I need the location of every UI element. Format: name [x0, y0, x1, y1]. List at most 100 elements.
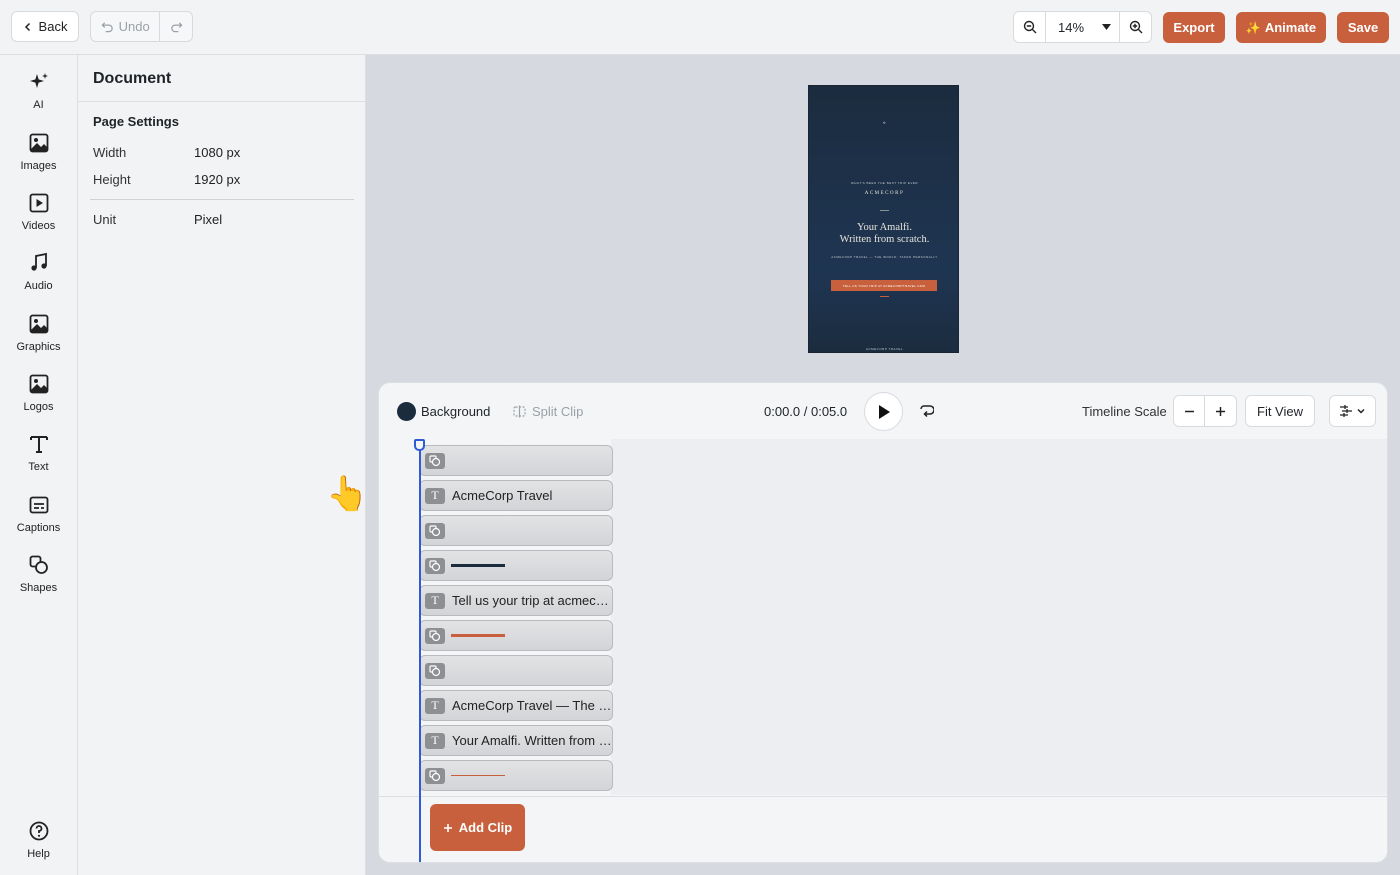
- shape-type-icon: [425, 452, 445, 469]
- rail-label: Graphics: [16, 341, 61, 353]
- loop-button[interactable]: [918, 403, 935, 424]
- scale-increase-button[interactable]: [1205, 396, 1236, 426]
- play-button[interactable]: [864, 392, 903, 431]
- clip-label: AcmeCorp Travel: [452, 488, 553, 503]
- width-value[interactable]: 1080 px: [194, 145, 240, 160]
- rail-label: AI: [33, 99, 44, 111]
- add-clip-label: Add Clip: [458, 820, 513, 835]
- panel-title: Document: [93, 70, 172, 87]
- rail-item-help[interactable]: Help: [0, 820, 77, 875]
- divider: [78, 101, 366, 102]
- artboard-tagline: WHAT'S BEEN THE BEST TRIP EVER: [850, 181, 919, 185]
- left-rail: AI Images Videos Audio Graphics Logos Te…: [0, 55, 78, 875]
- rail-item-images[interactable]: Images: [0, 132, 77, 188]
- rail-item-ai[interactable]: AI: [0, 71, 77, 127]
- sparkle-icon: [29, 73, 48, 88]
- rail-item-captions[interactable]: Captions: [0, 494, 77, 550]
- timeline-clip[interactable]: [419, 445, 613, 476]
- background-color-swatch[interactable]: [397, 402, 416, 421]
- shape-type-icon: [425, 662, 445, 679]
- timeline-clip[interactable]: [419, 620, 613, 651]
- rail-item-audio[interactable]: Audio: [0, 252, 77, 308]
- timeline-options-button[interactable]: [1329, 395, 1376, 427]
- video-icon: [29, 193, 48, 213]
- rail-label: Audio: [24, 280, 53, 292]
- rail-label: Text: [28, 461, 49, 473]
- hand-pointer-cursor-icon: 👆: [326, 475, 369, 513]
- zoom-in-button[interactable]: [1120, 12, 1151, 42]
- divider: [880, 296, 889, 297]
- play-icon: [878, 404, 890, 419]
- width-label: Width: [93, 145, 127, 160]
- zoom-select[interactable]: 14%: [1046, 12, 1120, 42]
- scale-decrease-button[interactable]: [1174, 396, 1206, 426]
- timeline-clip[interactable]: [419, 760, 613, 791]
- artboard-top-mark: ⟡: [882, 120, 887, 125]
- clip-label: Your Amalfi. Written from s...: [452, 733, 612, 748]
- background-label[interactable]: Background: [421, 404, 490, 419]
- zoom-value: 14%: [1058, 19, 1085, 35]
- timeline-clip[interactable]: [419, 655, 613, 686]
- back-button[interactable]: Back: [11, 11, 79, 42]
- captions-icon: [29, 496, 48, 514]
- undo-button[interactable]: Undo: [91, 12, 161, 41]
- zoom-out-button[interactable]: [1014, 12, 1046, 42]
- playhead[interactable]: [419, 441, 421, 862]
- animate-button[interactable]: ✨ Animate: [1236, 12, 1326, 43]
- clip-color-preview: [451, 634, 505, 637]
- timeline-toolbar: Background Split Clip 0:00.0 / 0:05.0 Ti…: [379, 383, 1387, 439]
- export-button[interactable]: Export: [1163, 12, 1225, 43]
- fit-view-button[interactable]: Fit View: [1245, 395, 1315, 427]
- redo-button[interactable]: [160, 12, 192, 41]
- height-value[interactable]: 1920 px: [194, 172, 240, 187]
- graphics-icon: [29, 314, 48, 334]
- export-label: Export: [1173, 20, 1215, 35]
- chevron-down-icon: [1357, 408, 1365, 414]
- artboard-headline-2: Written from scratch.: [839, 234, 930, 245]
- timeline-clip[interactable]: [419, 550, 613, 581]
- save-button[interactable]: Save: [1337, 12, 1389, 43]
- section-title: Page Settings: [93, 114, 179, 129]
- chevron-left-icon: [24, 22, 30, 31]
- timeline-scale-control: [1173, 395, 1237, 427]
- playhead-handle[interactable]: [414, 439, 425, 451]
- rail-label: Logos: [23, 401, 54, 413]
- timeline-clip[interactable]: T AcmeCorp Travel: [419, 480, 613, 511]
- text-type-icon: T: [425, 697, 445, 714]
- artboard-headline-1: Your Amalfi.: [857, 222, 912, 233]
- rail-item-videos[interactable]: Videos: [0, 192, 77, 248]
- clip-color-preview: [451, 564, 505, 567]
- artboard[interactable]: ⟡ WHAT'S BEEN THE BEST TRIP EVER ACMECOR…: [808, 85, 959, 353]
- timeline-empty-area[interactable]: [611, 439, 1387, 795]
- shape-type-icon: [425, 767, 445, 784]
- rail-item-logos[interactable]: Logos: [0, 373, 77, 429]
- rail-label: Videos: [21, 220, 56, 232]
- timeline-clip[interactable]: [419, 515, 613, 546]
- help-icon: [29, 821, 48, 841]
- rail-label: Images: [20, 160, 57, 172]
- animate-label: Animate: [1264, 20, 1317, 35]
- timeline-footer: [379, 796, 1387, 862]
- timeline-layers-icon: [1340, 405, 1352, 417]
- loop-icon: [920, 405, 935, 418]
- shape-type-icon: [425, 522, 445, 539]
- image-icon: [29, 133, 48, 153]
- unit-value[interactable]: Pixel: [194, 212, 222, 227]
- timeline-panel: Background Split Clip 0:00.0 / 0:05.0 Ti…: [378, 382, 1388, 863]
- sparkle-icon: ✨: [1245, 20, 1261, 35]
- music-note-icon: [30, 252, 47, 271]
- unit-label: Unit: [93, 212, 117, 227]
- timeline-clip[interactable]: T AcmeCorp Travel — The w...: [419, 690, 613, 721]
- rail-item-text[interactable]: Text: [0, 433, 77, 489]
- timeline-clip[interactable]: T Tell us your trip at acmeco...: [419, 585, 613, 616]
- split-clip-button[interactable]: Split Clip: [513, 404, 583, 419]
- text-type-icon: T: [425, 592, 445, 609]
- zoom-control: 14%: [1013, 11, 1152, 43]
- rail-item-shapes[interactable]: Shapes: [0, 554, 77, 610]
- timeline-scale-label: Timeline Scale: [1082, 404, 1167, 419]
- timeline-clip[interactable]: T Your Amalfi. Written from s...: [419, 725, 613, 756]
- add-clip-button[interactable]: Add Clip: [430, 804, 525, 851]
- divider: [90, 199, 354, 200]
- rail-item-graphics[interactable]: Graphics: [0, 313, 77, 369]
- caret-down-icon: [1102, 24, 1111, 30]
